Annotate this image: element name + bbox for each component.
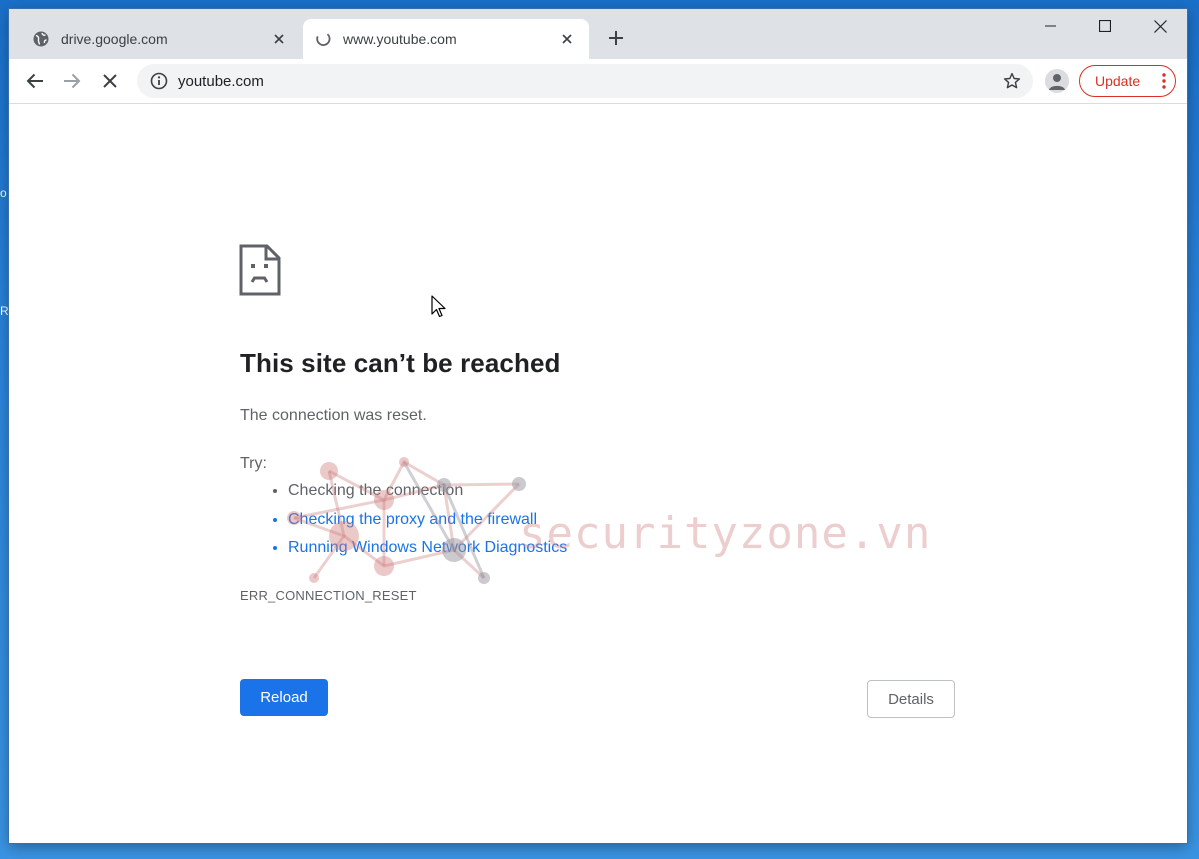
- reload-button[interactable]: Reload: [240, 679, 328, 716]
- update-button[interactable]: Update: [1079, 65, 1176, 97]
- arrow-right-icon: [64, 73, 81, 89]
- browser-window: drive.google.com www.youtube.com youtube…: [9, 9, 1187, 843]
- sad-page-icon: [239, 244, 281, 296]
- stop-loading-button[interactable]: [94, 65, 126, 97]
- plus-icon: [609, 31, 623, 45]
- address-text[interactable]: youtube.com: [178, 73, 1001, 90]
- tab-title: www.youtube.com: [343, 31, 457, 47]
- suggestion-check-proxy-link[interactable]: Checking the proxy and the firewall: [288, 506, 567, 535]
- desktop-icon-label-fragment: o: [0, 186, 7, 200]
- star-icon[interactable]: [1001, 70, 1023, 92]
- tab-strip: drive.google.com www.youtube.com: [9, 9, 1187, 59]
- address-bar[interactable]: youtube.com: [137, 64, 1033, 98]
- close-icon[interactable]: [557, 29, 577, 49]
- info-icon[interactable]: [149, 71, 169, 91]
- loading-spinner-icon: [315, 31, 331, 47]
- arrow-left-icon: [26, 73, 43, 89]
- toolbar: youtube.com Update: [9, 59, 1187, 104]
- desktop-icon-label-fragment: R: [0, 304, 9, 318]
- details-button[interactable]: Details: [867, 680, 955, 718]
- profile-avatar[interactable]: [1045, 69, 1069, 93]
- maximize-button[interactable]: [1078, 9, 1132, 43]
- suggestion-network-diagnostics-link[interactable]: Running Windows Network Diagnostics: [288, 534, 567, 563]
- watermark-text: securityzone.vn: [519, 508, 932, 559]
- try-label: Try:: [240, 455, 267, 472]
- mouse-cursor-icon: [431, 295, 446, 318]
- close-icon: [103, 74, 117, 88]
- tab-youtube[interactable]: www.youtube.com: [303, 19, 589, 59]
- error-code: ERR_CONNECTION_RESET: [240, 588, 417, 603]
- globe-icon: [33, 31, 49, 47]
- page-title: This site can’t be reached: [240, 348, 561, 378]
- update-label: Update: [1095, 73, 1141, 89]
- minimize-button[interactable]: [1024, 9, 1078, 43]
- suggestion-list: Checking the connection Checking the pro…: [240, 477, 567, 563]
- new-tab-button[interactable]: [603, 25, 629, 51]
- close-icon[interactable]: [269, 29, 289, 49]
- more-vert-icon: [1162, 73, 1166, 89]
- suggestion-check-connection: Checking the connection: [288, 477, 567, 506]
- minimize-icon: [1045, 25, 1056, 27]
- error-description: The connection was reset.: [240, 407, 427, 424]
- back-button[interactable]: [19, 65, 51, 97]
- person-icon: [1049, 74, 1065, 90]
- close-icon: [1153, 19, 1167, 33]
- close-window-button[interactable]: [1133, 9, 1187, 43]
- tab-drive[interactable]: drive.google.com: [21, 19, 301, 59]
- maximize-icon: [1099, 20, 1111, 32]
- forward-button[interactable]: [56, 65, 88, 97]
- tab-title: drive.google.com: [61, 31, 168, 47]
- error-page: This site can’t be reached The connectio…: [9, 104, 1187, 843]
